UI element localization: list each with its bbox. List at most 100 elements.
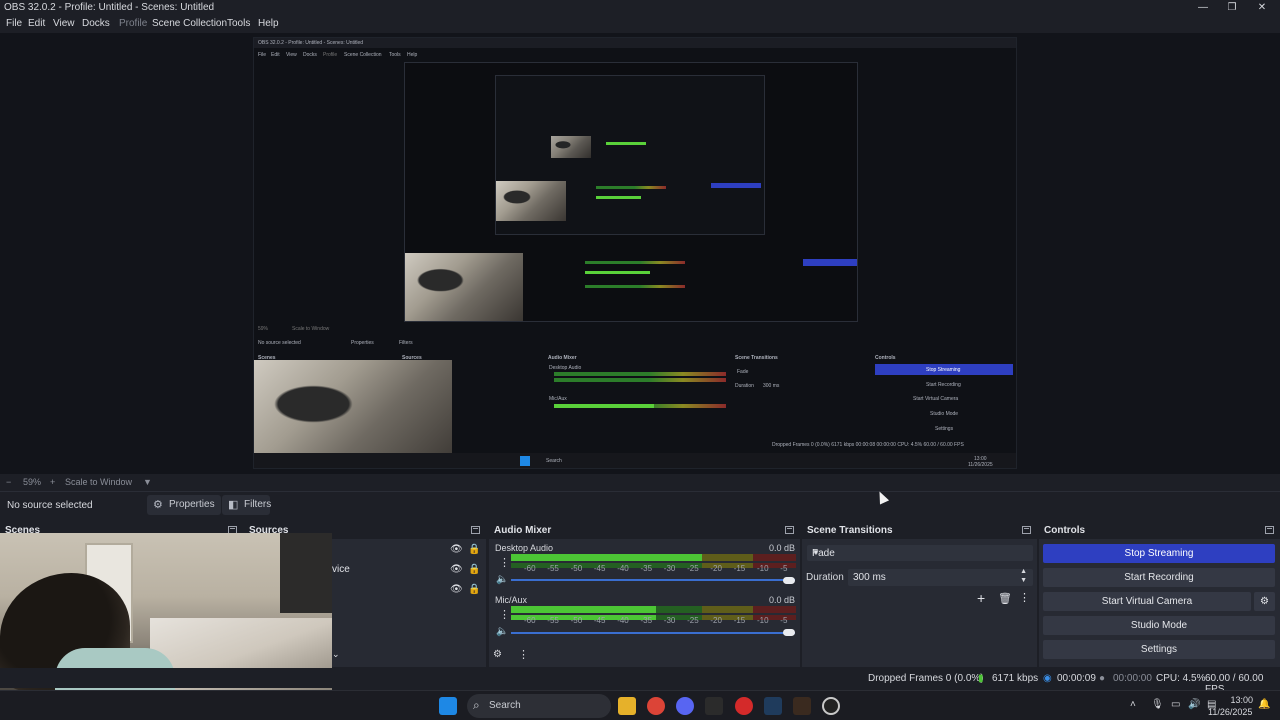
stream-icon: ◉ <box>1043 673 1052 684</box>
properties-button[interactable]: ⚙ Properties <box>147 495 221 515</box>
desktop-audio-volume-knob[interactable] <box>783 577 795 584</box>
preview-canvas[interactable]: OBS 32.0.2 - Profile: Untitled - Scenes:… <box>253 37 1017 469</box>
mixer-settings-icon[interactable]: ⚙ <box>493 649 502 660</box>
audio-mixer-title: Audio Mixer <box>494 525 552 536</box>
menu-edit[interactable]: Edit <box>28 18 45 29</box>
transition-select[interactable]: Fade ▼ <box>807 545 1033 561</box>
file-explorer-icon[interactable] <box>618 697 636 715</box>
lock-icon[interactable]: 🔒 <box>468 544 480 555</box>
mixer-menu-icon[interactable]: ⋮ <box>518 648 529 661</box>
windows-start-icon[interactable] <box>439 697 457 715</box>
nested-menu-file: File <box>258 52 267 58</box>
zoom-in-icon[interactable]: + <box>50 477 55 487</box>
chevron-down-icon[interactable]: ⌄ <box>332 649 340 660</box>
visibility-eye-icon[interactable]: 👁 <box>450 544 463 555</box>
chrome-icon[interactable] <box>647 697 665 715</box>
start-recording-button[interactable]: Start Recording <box>1043 568 1275 587</box>
add-transition-icon[interactable]: + <box>977 590 985 606</box>
obs-icon[interactable] <box>822 697 840 715</box>
maximize-button[interactable]: ❐ <box>1218 0 1246 16</box>
filters-button[interactable]: ◧ Filters <box>222 495 271 515</box>
chevron-down-icon[interactable]: ▼ <box>1020 577 1027 584</box>
chevron-up-icon[interactable]: ▲ <box>1020 568 1027 575</box>
nested-title-bar <box>254 38 1016 48</box>
virtual-camera-settings-button[interactable]: ⚙ <box>1254 592 1275 611</box>
menu-docks[interactable]: Docks <box>82 18 110 29</box>
mic-icon[interactable]: 🎙 <box>1151 699 1164 710</box>
studio-mode-button[interactable]: Studio Mode <box>1043 616 1275 635</box>
scale-dropdown-icon[interactable]: ▼ <box>143 477 152 487</box>
taskbar-search[interactable]: ⌕ Search <box>467 694 611 718</box>
chevron-up-icon[interactable]: ˄ <box>1130 699 1136 710</box>
clock-date[interactable]: 11/26/2025 <box>1208 707 1252 717</box>
media-icon[interactable] <box>735 697 753 715</box>
title-bar: OBS 32.0.2 - Profile: Untitled - Scenes:… <box>0 0 1280 16</box>
menu-bar: File Edit View Docks Profile Scene Colle… <box>0 16 1280 33</box>
zoom-out-icon[interactable]: − <box>6 477 11 487</box>
menu-view[interactable]: View <box>53 18 75 29</box>
network-icon[interactable]: ▭ <box>1171 699 1180 710</box>
game-icon[interactable] <box>793 697 811 715</box>
close-button[interactable]: ✕ <box>1248 0 1276 16</box>
audio-mixer-float-icon[interactable] <box>785 526 794 534</box>
bitrate: 6171 kbps <box>992 673 1039 684</box>
desktop-audio-menu-icon[interactable]: ⋮ <box>499 556 510 569</box>
speaker-icon[interactable]: 🔈 <box>496 626 508 637</box>
gear-icon: ⚙ <box>1260 596 1269 607</box>
visibility-eye-icon[interactable]: 👁 <box>450 564 463 575</box>
menu-help[interactable]: Help <box>258 18 279 29</box>
scene-transitions-float-icon[interactable] <box>1022 526 1031 534</box>
nested-level3-meter-live <box>596 196 641 199</box>
db-tick-label: -30 <box>663 564 676 573</box>
visibility-eye-icon[interactable]: 👁 <box>450 584 463 595</box>
nested-menu-scene-collection: Scene Collection <box>344 52 382 58</box>
signal-icon: ▮ <box>978 673 984 684</box>
lock-icon[interactable]: 🔒 <box>468 584 480 595</box>
transition-menu-icon[interactable]: ⋮ <box>1019 591 1030 604</box>
clock-time[interactable]: 13:00 <box>1229 695 1253 705</box>
volume-icon[interactable]: 🔊 <box>1188 699 1200 710</box>
menu-scene-collection[interactable]: Scene Collection <box>152 18 227 29</box>
minimize-button[interactable]: — <box>1189 0 1217 16</box>
db-tick-label: -25 <box>687 564 699 573</box>
nested-menu-profile: Profile <box>323 52 338 58</box>
nested-level4-meter <box>606 142 646 145</box>
nested-level2-meter-live <box>585 271 650 274</box>
discord-icon[interactable] <box>676 697 694 715</box>
mic-aux-name: Mic/Aux <box>495 595 528 605</box>
nested-date: 11/26/2025 <box>968 462 993 468</box>
app-icon[interactable] <box>705 697 723 715</box>
nested-mic-aux: Mic/Aux <box>549 396 567 402</box>
controls-float-icon[interactable] <box>1265 526 1274 534</box>
speaker-icon[interactable]: 🔈 <box>496 574 508 585</box>
notification-icon[interactable]: 🔔 <box>1258 699 1270 710</box>
source-label-partial[interactable]: vice <box>332 564 350 575</box>
duration-input[interactable]: 300 ms ▲ ▼ <box>848 568 1033 586</box>
settings-button[interactable]: Settings <box>1043 640 1275 659</box>
desktop-audio-scale: -60-55-50-45-40-35-30-25-20-15-10-50 <box>511 564 808 574</box>
start-virtual-camera-button[interactable]: Start Virtual Camera <box>1043 592 1251 611</box>
desktop-audio-volume-track[interactable] <box>511 579 795 581</box>
trash-icon[interactable]: 🗑 <box>998 592 1012 605</box>
db-tick-label: -40 <box>617 564 629 573</box>
sources-float-icon[interactable] <box>471 526 480 534</box>
db-tick-label: -35 <box>640 616 653 625</box>
nested-menu-tools: Tools <box>389 52 401 58</box>
menu-file[interactable]: File <box>6 18 22 29</box>
nested-title: OBS 32.0.2 - Profile: Untitled - Scenes:… <box>258 40 364 46</box>
taskbar-search-label: Search <box>489 700 521 711</box>
nested-search: Search <box>546 458 562 464</box>
nested-zoom: 59% <box>258 326 269 332</box>
mic-aux-menu-icon[interactable]: ⋮ <box>499 608 510 621</box>
nested-obs-window: OBS 32.0.2 - Profile: Untitled - Scenes:… <box>254 38 1016 468</box>
mic-aux-volume-track[interactable] <box>511 632 795 634</box>
menu-profile[interactable]: Profile <box>119 18 147 29</box>
stop-streaming-button[interactable]: Stop Streaming <box>1043 544 1275 563</box>
lock-icon[interactable]: 🔒 <box>468 564 480 575</box>
nested-stop-streaming: Stop Streaming <box>926 367 961 373</box>
scale-mode[interactable]: Scale to Window <box>65 477 132 487</box>
steam-icon[interactable] <box>764 697 782 715</box>
mic-aux-volume-knob[interactable] <box>783 629 795 636</box>
nested-no-source: No source selected <box>258 340 301 346</box>
menu-tools[interactable]: Tools <box>227 18 250 29</box>
